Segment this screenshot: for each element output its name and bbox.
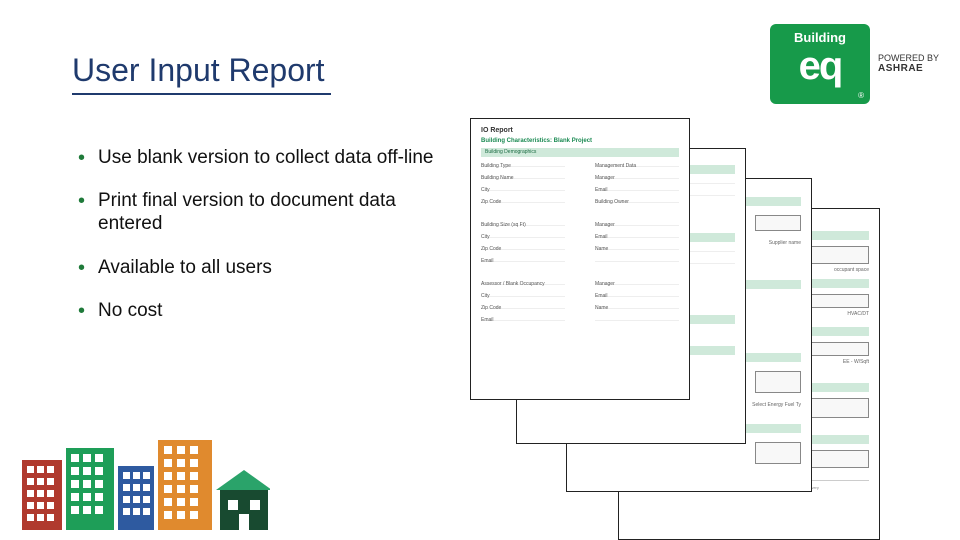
field-label: Zip Code	[481, 246, 565, 250]
bullet-item: Available to all users	[78, 256, 448, 279]
field-label: Email	[481, 258, 565, 262]
logo-badge: Building eq ®	[770, 24, 870, 104]
field-label: City	[481, 293, 565, 297]
field-label: Zip Code	[481, 199, 565, 203]
bullet-item: Print final version to document data ent…	[78, 189, 448, 235]
bullet-item: No cost	[78, 299, 448, 322]
logo-eq-text: eq	[770, 44, 870, 89]
powered-by-label: POWERED BY	[878, 53, 939, 63]
field-label: Email	[595, 234, 679, 238]
report-page-stack: occupant space HVAC/DT EE - W/Sqft Blank…	[470, 118, 930, 518]
buildings-icon	[20, 430, 270, 530]
field-label: Manager	[595, 175, 679, 179]
bullet-list: Use blank version to collect data off-li…	[78, 146, 448, 342]
logo-top-text: Building	[770, 30, 870, 45]
section-heading: Building Demographics	[485, 149, 536, 155]
brand-name: ASHRAE	[878, 63, 939, 75]
field-label: Email	[481, 317, 565, 321]
field-label: Email	[595, 187, 679, 191]
field-label: Zip Code	[481, 305, 565, 309]
field-label: City	[481, 234, 565, 238]
field-label: Management Data	[595, 163, 679, 167]
field-label: Building Type	[481, 163, 565, 167]
bullet-item: Use blank version to collect data off-li…	[78, 146, 448, 169]
field-label	[595, 258, 679, 262]
field-label	[595, 317, 679, 321]
registered-mark-icon: ®	[858, 91, 864, 100]
report-subtitle: Building Characteristics: Blank Project	[481, 138, 679, 144]
field-label: Assessor / Blank Occupancy	[481, 281, 565, 285]
field-label: City	[481, 187, 565, 191]
report-page-1: IO Report Building Characteristics: Blan…	[470, 118, 690, 400]
field-label: Building Name	[481, 175, 565, 179]
field-label: Manager	[595, 281, 679, 285]
logo-powered-by: POWERED BY ASHRAE	[878, 53, 939, 75]
report-title: IO Report	[481, 127, 679, 134]
buildings-svg-icon	[20, 430, 270, 530]
page-title: User Input Report	[72, 52, 331, 95]
field-label: Name	[595, 305, 679, 309]
field-label: Manager	[595, 222, 679, 226]
field-label: Building Size (sq Ft)	[481, 222, 565, 226]
brand-logo: Building eq ® POWERED BY ASHRAE	[770, 24, 940, 104]
field-label: Building Owner	[595, 199, 679, 203]
field-label: Email	[595, 293, 679, 297]
field-label: Name	[595, 246, 679, 250]
